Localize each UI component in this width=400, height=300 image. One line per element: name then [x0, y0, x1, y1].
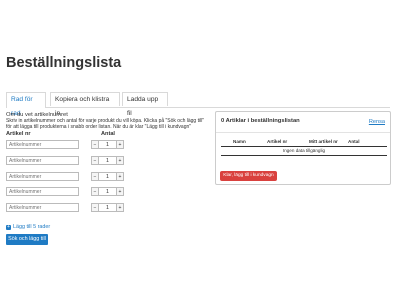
empty-table-message: Ingen data tillgänglig	[282, 148, 326, 153]
tab-upload-file[interactable]: Ladda upp fil	[122, 92, 168, 117]
qty-increase-button[interactable]: +	[116, 172, 124, 181]
article-number-input[interactable]	[6, 172, 79, 181]
qty-decrease-button[interactable]: −	[91, 187, 99, 196]
column-article: Artikel nr	[267, 139, 288, 144]
order-list-title: 0 Artiklar i beställningslistan	[221, 118, 300, 124]
column-name: Namn	[233, 139, 246, 144]
add-to-cart-button[interactable]: Klar, lägg till i kundvagn	[220, 171, 277, 181]
column-article-label: Artikel nr	[6, 131, 31, 137]
order-row: − 1 +	[6, 172, 126, 181]
search-and-add-button[interactable]: Sök och lägg till	[6, 234, 48, 245]
table-header-line	[221, 146, 387, 147]
table-footer-line	[221, 155, 387, 156]
article-number-input[interactable]	[6, 203, 79, 212]
qty-decrease-button[interactable]: −	[91, 156, 99, 165]
qty-value[interactable]: 1	[99, 172, 116, 181]
add-rows-label: Lägg till 5 rader	[13, 224, 51, 230]
qty-increase-button[interactable]: +	[116, 187, 124, 196]
qty-decrease-button[interactable]: −	[91, 172, 99, 181]
order-row: − 1 +	[6, 203, 126, 212]
order-list-panel: 0 Artiklar i beställningslistan Rensa Na…	[215, 111, 391, 185]
qty-increase-button[interactable]: +	[116, 156, 124, 165]
qty-value[interactable]: 1	[99, 156, 116, 165]
tab-copy-paste[interactable]: Kopiera och klistra in	[50, 92, 120, 117]
qty-decrease-button[interactable]: −	[91, 140, 99, 149]
column-my-article: Mitt artikel nr	[309, 139, 338, 144]
qty-increase-button[interactable]: +	[116, 203, 124, 212]
clear-link[interactable]: Rensa	[369, 119, 385, 125]
plus-icon: +	[6, 224, 11, 230]
article-number-input[interactable]	[6, 187, 79, 196]
order-row: − 1 +	[6, 187, 126, 196]
panel-divider	[216, 132, 390, 133]
tab-row-by-row[interactable]: Rad för rad	[6, 92, 46, 117]
table-header: Namn Artikel nr Mitt artikel nr Antal	[221, 139, 387, 146]
qty-value[interactable]: 1	[99, 140, 116, 149]
qty-decrease-button[interactable]: −	[91, 203, 99, 212]
add-rows-link[interactable]: + Lägg till 5 rader	[6, 224, 50, 230]
qty-value[interactable]: 1	[99, 203, 116, 212]
column-qty-label: Antal	[101, 131, 115, 137]
page-title: Beställningslista	[6, 55, 122, 71]
order-row: − 1 +	[6, 140, 126, 149]
form-description: Skriv in artikelnummer och antal för var…	[6, 118, 205, 130]
qty-increase-button[interactable]: +	[116, 140, 124, 149]
qty-value[interactable]: 1	[99, 187, 116, 196]
tab-bar: Rad för rad Kopiera och klistra in Ladda…	[6, 92, 390, 117]
order-row: − 1 +	[6, 156, 126, 165]
article-number-input[interactable]	[6, 140, 79, 149]
column-qty: Antal	[348, 139, 360, 144]
article-number-input[interactable]	[6, 156, 79, 165]
